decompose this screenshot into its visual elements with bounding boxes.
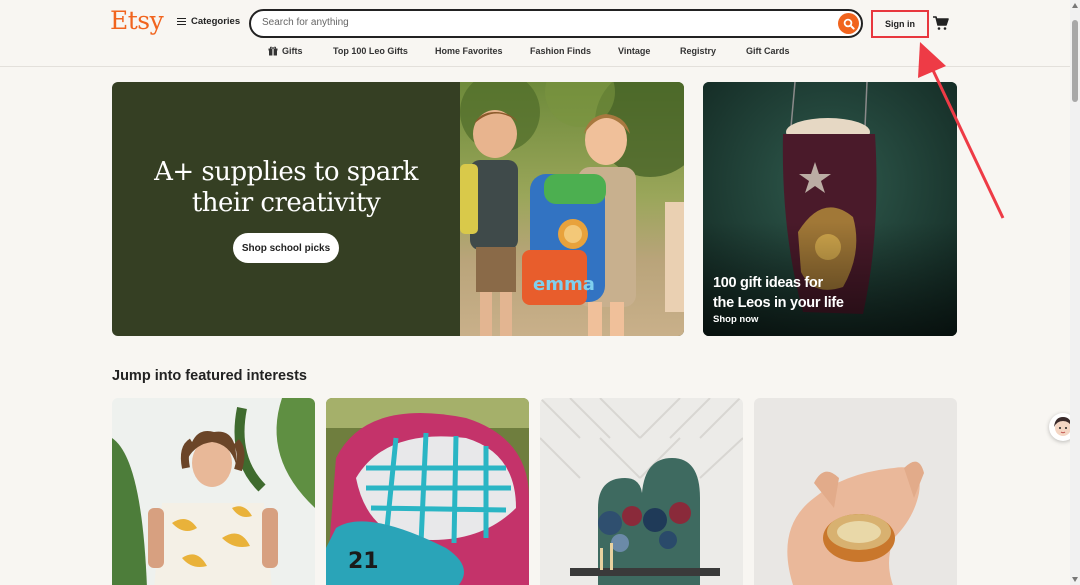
- scrollbar-thumb[interactable]: [1072, 20, 1078, 102]
- hero-title-line-1: A+ supplies to spark: [154, 157, 418, 187]
- featured-fashion-photo: [112, 398, 315, 585]
- nav-item-vintage[interactable]: Vintage: [618, 46, 650, 56]
- categories-label: Categories: [191, 16, 241, 27]
- promo-title: 100 gift ideas for the Leos in your life: [713, 273, 844, 313]
- promo-title-line-2: the Leos in your life: [713, 295, 844, 311]
- hero-text-panel: A+ supplies to spark their creativity Sh…: [112, 82, 460, 336]
- nav-item-label: Gifts: [282, 46, 303, 56]
- backpack-name-text: emma: [533, 274, 595, 295]
- search-button[interactable]: [838, 13, 859, 34]
- categories-button[interactable]: Categories: [177, 16, 240, 27]
- featured-baseball-glove-photo: 21: [326, 398, 529, 585]
- leo-gifts-promo[interactable]: 100 gift ideas for the Leos in your life…: [703, 82, 957, 336]
- featured-ceramic-dish-photo: [754, 398, 957, 585]
- nav-item-home-favorites[interactable]: Home Favorites: [435, 46, 503, 56]
- hero-title-line-2: their creativity: [191, 188, 381, 218]
- featured-card-decor[interactable]: [540, 398, 743, 585]
- hero-kids-photo: emma: [460, 82, 684, 336]
- scroll-down-arrow-icon[interactable]: [1072, 577, 1078, 582]
- search-icon: [843, 18, 855, 30]
- menu-icon: [177, 17, 186, 26]
- shop-school-picks-button[interactable]: Shop school picks: [233, 233, 339, 263]
- nav-item-top-100-leo-gifts[interactable]: Top 100 Leo Gifts: [333, 46, 408, 56]
- cart-icon[interactable]: [932, 14, 950, 32]
- gift-icon: [268, 46, 278, 56]
- nav-item-registry[interactable]: Registry: [680, 46, 716, 56]
- featured-card-fashion[interactable]: [112, 398, 315, 585]
- shop-now-link[interactable]: Shop now: [713, 314, 758, 325]
- search-input[interactable]: [262, 17, 822, 28]
- category-nav: Gifts Top 100 Leo Gifts Home Favorites F…: [0, 46, 1080, 60]
- featured-decor-photo: [540, 398, 743, 585]
- etsy-logo[interactable]: Etsy: [110, 6, 164, 35]
- nav-item-gifts[interactable]: Gifts: [268, 46, 303, 56]
- featured-card-ceramics[interactable]: [754, 398, 957, 585]
- hero-banner[interactable]: A+ supplies to spark their creativity Sh…: [112, 82, 684, 336]
- site-header: Etsy Categories Sign in: [0, 0, 1080, 67]
- promo-title-line-1: 100 gift ideas for: [713, 275, 823, 291]
- nav-item-gift-cards[interactable]: Gift Cards: [746, 46, 790, 56]
- nav-item-fashion-finds[interactable]: Fashion Finds: [530, 46, 591, 56]
- featured-interests-heading: Jump into featured interests: [112, 368, 307, 384]
- hero-title: A+ supplies to spark their creativity: [112, 157, 460, 219]
- search-bar: [249, 9, 863, 38]
- page-scrollbar[interactable]: [1070, 0, 1080, 585]
- sign-in-button[interactable]: Sign in: [871, 10, 929, 38]
- glove-number-text: 21: [348, 549, 379, 574]
- featured-card-baseball[interactable]: 21: [326, 398, 529, 585]
- scroll-up-arrow-icon[interactable]: [1072, 3, 1078, 8]
